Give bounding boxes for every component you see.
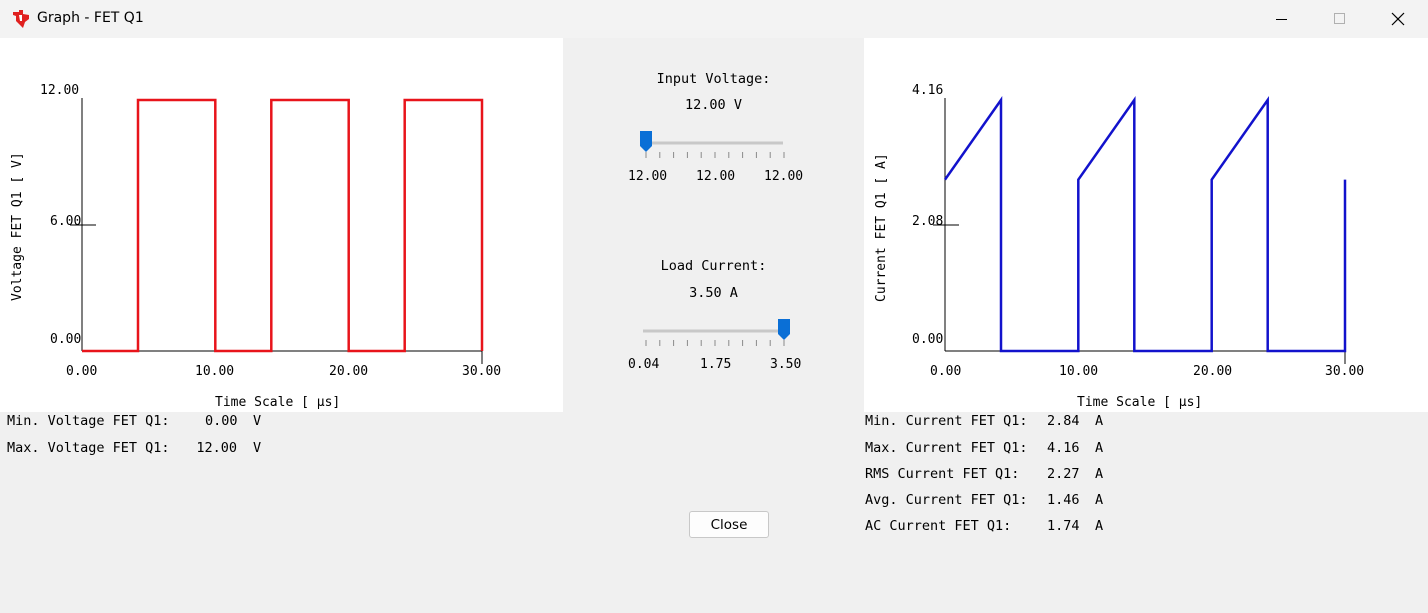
stat-label: Max. Voltage FET Q1: bbox=[7, 440, 170, 456]
stat-value: 2.84 bbox=[1047, 413, 1080, 429]
input-voltage-tick-min: 12.00 bbox=[628, 169, 667, 184]
voltage-x-tick-1: 10.00 bbox=[195, 364, 234, 379]
voltage-y-tick-bottom: 0.00 bbox=[50, 332, 81, 347]
input-voltage-slider-ticks bbox=[645, 152, 785, 158]
current-chart: 4.16 2.08 0.00 0.00 10.00 20.00 30.00 Ti… bbox=[874, 83, 1364, 410]
stat-value: 12.00 bbox=[196, 440, 237, 456]
current-x-tick-1: 10.00 bbox=[1059, 364, 1098, 379]
current-x-tick-2: 20.00 bbox=[1193, 364, 1232, 379]
stat-unit: V bbox=[253, 440, 262, 456]
current-y-tick-mid: 2.08 bbox=[912, 214, 943, 229]
stat-unit: A bbox=[1095, 492, 1104, 508]
load-current-tick-min: 0.04 bbox=[628, 357, 659, 372]
voltage-x-label: Time Scale [ μs] bbox=[215, 395, 340, 410]
load-current-slider-thumb[interactable] bbox=[778, 319, 790, 340]
slider-panel: Input Voltage: 12.00 V 12.00 12.00 12.00… bbox=[563, 38, 864, 412]
stat-value: 0.00 bbox=[205, 413, 238, 429]
current-chart-panel: 4.16 2.08 0.00 0.00 10.00 20.00 30.00 Ti… bbox=[864, 38, 1428, 412]
current-x-label: Time Scale [ μs] bbox=[1077, 395, 1202, 410]
voltage-x-tick-3: 30.00 bbox=[462, 364, 501, 379]
title-bar[interactable]: Graph - FET Q1 bbox=[0, 0, 1428, 38]
stat-unit: A bbox=[1095, 440, 1104, 456]
stat-label: Max. Current FET Q1: bbox=[865, 440, 1028, 456]
maximize-icon bbox=[1334, 13, 1345, 24]
stat-unit: A bbox=[1095, 413, 1104, 429]
current-x-tick-3: 30.00 bbox=[1325, 364, 1364, 379]
stat-ac-current: AC Current FET Q1: 1.74 A bbox=[865, 518, 1103, 598]
input-voltage-label: Input Voltage: bbox=[656, 71, 771, 87]
voltage-waveform bbox=[82, 98, 484, 353]
voltage-chart-panel: 12.00 6.00 0.00 0.00 10.00 20.00 30.00 T… bbox=[0, 38, 563, 412]
voltage-x-tick-0: 0.00 bbox=[66, 364, 97, 379]
close-button[interactable]: Close bbox=[689, 511, 769, 538]
current-y-tick-bottom: 0.00 bbox=[912, 332, 943, 347]
window-title: Graph - FET Q1 bbox=[37, 10, 144, 26]
load-current-slider[interactable]: 0.04 1.75 3.50 bbox=[563, 316, 864, 376]
input-voltage-slider[interactable]: 12.00 12.00 12.00 bbox=[563, 128, 864, 188]
stat-label: Min. Voltage FET Q1: bbox=[7, 413, 170, 429]
stat-label: Avg. Current FET Q1: bbox=[865, 492, 1028, 508]
input-voltage-slider-thumb[interactable] bbox=[640, 131, 652, 152]
voltage-chart: 12.00 6.00 0.00 0.00 10.00 20.00 30.00 T… bbox=[10, 83, 501, 410]
current-y-tick-top: 4.16 bbox=[912, 83, 943, 98]
input-voltage-value: 12.00 V bbox=[685, 97, 742, 113]
stat-label: Min. Current FET Q1: bbox=[865, 413, 1028, 429]
stat-max-voltage: Max. Voltage FET Q1: 12.00 V bbox=[7, 440, 261, 520]
voltage-x-tick-2: 20.00 bbox=[329, 364, 368, 379]
load-current-label: Load Current: bbox=[660, 258, 767, 274]
current-waveform bbox=[943, 96, 1347, 353]
maximize-button[interactable] bbox=[1311, 0, 1369, 38]
stat-value: 2.27 bbox=[1047, 466, 1080, 482]
ti-logo-icon bbox=[13, 10, 29, 28]
stat-label: AC Current FET Q1: bbox=[865, 518, 1012, 534]
load-current-tick-mid: 1.75 bbox=[700, 357, 731, 372]
voltage-y-tick-mid: 6.00 bbox=[50, 214, 81, 229]
current-x-tick-0: 0.00 bbox=[930, 364, 961, 379]
stat-value: 1.46 bbox=[1047, 492, 1080, 508]
minimize-button[interactable] bbox=[1253, 0, 1311, 38]
voltage-y-tick-top: 12.00 bbox=[40, 83, 79, 98]
close-icon bbox=[1391, 12, 1405, 26]
stat-unit: V bbox=[253, 413, 262, 429]
current-axes bbox=[933, 98, 1346, 364]
load-current-slider-ticks bbox=[645, 340, 785, 346]
stat-unit: A bbox=[1095, 466, 1104, 482]
stat-value: 1.74 bbox=[1047, 518, 1080, 534]
stat-unit: A bbox=[1095, 518, 1104, 534]
stat-label: RMS Current FET Q1: bbox=[865, 466, 1020, 482]
voltage-axes bbox=[70, 98, 483, 364]
input-voltage-tick-max: 12.00 bbox=[764, 169, 803, 184]
load-current-value: 3.50 A bbox=[689, 285, 738, 301]
current-y-label: Current FET Q1 [ A] bbox=[874, 153, 889, 302]
input-voltage-tick-mid: 12.00 bbox=[696, 169, 735, 184]
load-current-tick-max: 3.50 bbox=[770, 357, 801, 372]
voltage-y-label: Voltage FET Q1 [ V] bbox=[10, 152, 25, 301]
stat-value: 4.16 bbox=[1047, 440, 1080, 456]
minimize-icon bbox=[1276, 19, 1287, 20]
close-window-button[interactable] bbox=[1369, 0, 1427, 38]
